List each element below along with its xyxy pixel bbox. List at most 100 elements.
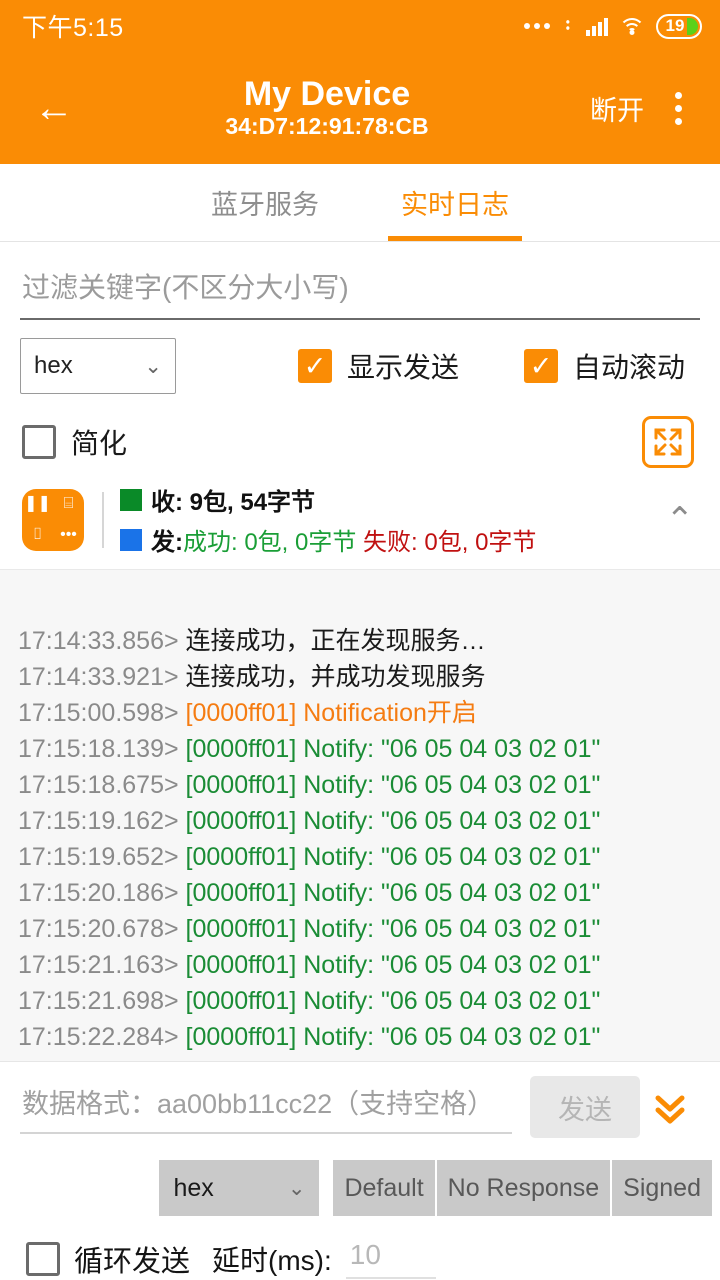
- trash-icon: ⌷: [33, 527, 43, 543]
- page-title: My Device: [244, 75, 410, 113]
- pause-icon: ❚❚: [24, 496, 51, 512]
- log-timestamp: 17:14:33.856>: [18, 627, 179, 655]
- status-bar-icons: ᛬ 19: [524, 14, 702, 39]
- signal-icon: [586, 16, 608, 36]
- simplify-options-row: 简化: [0, 394, 720, 468]
- send-data-input[interactable]: [20, 1081, 512, 1134]
- log-message: [0000ff01] Notify: "06 05 04 03 02 01": [186, 771, 601, 799]
- log-line: 17:15:19.652> [0000ff01] Notify: "06 05 …: [18, 839, 702, 875]
- battery-level: 19: [666, 16, 685, 36]
- segment-no-response[interactable]: No Response: [437, 1160, 612, 1216]
- log-line: 17:15:18.139> [0000ff01] Notify: "06 05 …: [18, 731, 702, 767]
- write-options-row: hex ⌄ Default No Response Signed: [0, 1146, 720, 1216]
- log-timestamp: 17:14:33.921>: [18, 663, 179, 691]
- log-line: 17:15:21.698> [0000ff01] Notify: "06 05 …: [18, 983, 702, 1019]
- log-timestamp: 17:15:19.162>: [18, 807, 179, 835]
- loop-send-row: 循环发送 延时(ms):: [0, 1216, 720, 1280]
- log-line: 17:14:33.856> 连接成功，正在发现服务…: [18, 623, 702, 659]
- bluetooth-icon: ᛬: [561, 14, 575, 38]
- log-timestamp: 17:15:20.678>: [18, 915, 179, 943]
- tx-fail-text: 失败: 0包, 0字节: [363, 522, 536, 557]
- show-send-checkbox[interactable]: 显示发送: [298, 346, 459, 386]
- log-timestamp: 17:15:18.139>: [18, 735, 179, 763]
- log-line: 17:15:22.284> [0000ff01] Notify: "06 05 …: [18, 1019, 702, 1055]
- delay-input[interactable]: [346, 1239, 436, 1279]
- tab-bar: 蓝牙服务 实时日志: [0, 164, 720, 242]
- log-line: 17:15:18.675> [0000ff01] Notify: "06 05 …: [18, 767, 702, 803]
- more-dots-icon: [524, 23, 550, 29]
- log-output-area[interactable]: 17:14:33.856> 连接成功，正在发现服务… 17:14:33.921>…: [0, 569, 720, 1061]
- log-line: 17:15:20.186> [0000ff01] Notify: "06 05 …: [18, 875, 702, 911]
- log-message: 连接成功，并成功发现服务: [186, 663, 486, 691]
- device-mac-address: 34:D7:12:91:78:CB: [225, 113, 428, 141]
- disconnect-button[interactable]: 断开: [576, 89, 658, 128]
- log-message: [0000ff01] Notify: "06 05 04 03 02 01": [186, 915, 601, 943]
- log-tools-button[interactable]: ❚❚ ⌸ ⌷ •••: [22, 489, 84, 551]
- log-line: 17:15:21.163> [0000ff01] Notify: "06 05 …: [18, 947, 702, 983]
- write-format-value: hex: [173, 1174, 213, 1203]
- app-screen: 下午5:15 ᛬ 19 ← My Device 34:D7:12:91:78:C…: [0, 0, 720, 1280]
- log-message: [0000ff01] Notify: "06 05 04 03 02 01": [186, 1023, 601, 1051]
- log-timestamp: 17:15:21.698>: [18, 987, 179, 1015]
- tx-color-marker: [120, 529, 142, 551]
- chevron-up-icon[interactable]: ⌃: [654, 500, 695, 540]
- log-message: [0000ff01] Notify: "06 05 04 03 02 01": [186, 843, 601, 871]
- app-bar-title-group: My Device 34:D7:12:91:78:CB: [78, 75, 576, 141]
- rx-stats-text: 收: 9包, 54字节: [151, 482, 315, 517]
- segment-signed[interactable]: Signed: [612, 1160, 712, 1216]
- filter-input[interactable]: [20, 268, 700, 320]
- auto-scroll-label: 自动滚动: [573, 346, 685, 386]
- log-timestamp: 17:15:20.186>: [18, 879, 179, 907]
- log-timestamp: 17:15:22.284>: [18, 1023, 179, 1051]
- log-message: 连接成功，正在发现服务…: [186, 627, 486, 655]
- rx-color-marker: [120, 489, 142, 511]
- simplify-label: 简化: [71, 422, 127, 462]
- status-bar: 下午5:15 ᛬ 19: [0, 0, 720, 52]
- loop-send-checkbox[interactable]: [26, 1242, 60, 1276]
- log-message: [0000ff01] Notify: "06 05 04 03 02 01": [186, 987, 601, 1015]
- kebab-menu-icon[interactable]: [658, 92, 698, 125]
- display-options-row: hex ⌄ 显示发送 自动滚动: [0, 320, 720, 394]
- tx-stats-line: 发: 成功: 0包, 0字节 失败: 0包, 0字节: [120, 522, 654, 557]
- double-chevron-down-icon[interactable]: [640, 1085, 700, 1129]
- write-format-select[interactable]: hex ⌄: [159, 1160, 319, 1216]
- tab-bluetooth-services[interactable]: 蓝牙服务: [170, 164, 360, 241]
- show-send-label: 显示发送: [347, 346, 459, 386]
- write-type-segmented-control: Default No Response Signed: [333, 1160, 712, 1216]
- filter-section: [0, 242, 720, 320]
- log-message: [0000ff01] Notify: "06 05 04 03 02 01": [186, 807, 601, 835]
- send-button[interactable]: 发送: [530, 1076, 640, 1138]
- log-message: [0000ff01] Notify: "06 05 04 03 02 01": [186, 951, 601, 979]
- battery-icon: 19: [656, 14, 702, 39]
- fullscreen-expand-icon[interactable]: [642, 416, 694, 468]
- segment-default[interactable]: Default: [333, 1160, 436, 1216]
- app-bar: ← My Device 34:D7:12:91:78:CB 断开: [0, 52, 720, 164]
- broom-icon: ⌸: [64, 496, 74, 512]
- log-timestamp: 17:15:18.675>: [18, 771, 179, 799]
- chevron-down-icon: ⌄: [144, 354, 162, 379]
- log-format-select[interactable]: hex ⌄: [20, 338, 176, 394]
- chevron-down-icon: ⌄: [288, 1176, 306, 1201]
- simplify-checkbox[interactable]: 简化: [22, 422, 127, 462]
- checkbox-box: [298, 349, 332, 383]
- status-bar-time: 下午5:15: [22, 8, 124, 44]
- loop-send-label: 循环发送: [74, 1238, 190, 1280]
- tx-prefix-label: 发:: [151, 522, 183, 557]
- checkbox-box: [524, 349, 558, 383]
- log-line: 17:15:00.598> [0000ff01] Notification开启: [18, 695, 702, 731]
- log-message: [0000ff01] Notify: "06 05 04 03 02 01": [186, 879, 601, 907]
- log-timestamp: 17:15:19.652>: [18, 843, 179, 871]
- log-format-value: hex: [34, 352, 73, 380]
- log-line: 17:15:20.678> [0000ff01] Notify: "06 05 …: [18, 911, 702, 947]
- log-line: 17:14:33.921> 连接成功，并成功发现服务: [18, 659, 702, 695]
- wifi-icon: [619, 16, 645, 36]
- tab-realtime-log[interactable]: 实时日志: [360, 164, 550, 241]
- checkbox-box: [22, 425, 56, 459]
- stats-text-group: 收: 9包, 54字节 发: 成功: 0包, 0字节 失败: 0包, 0字节: [120, 482, 654, 557]
- send-data-row: 发送: [0, 1061, 720, 1146]
- tx-success-text: 成功: 0包, 0字节: [183, 522, 356, 557]
- log-line: 17:15:19.162> [0000ff01] Notify: "06 05 …: [18, 803, 702, 839]
- log-message: [0000ff01] Notify: "06 05 04 03 02 01": [186, 735, 601, 763]
- auto-scroll-checkbox[interactable]: 自动滚动: [524, 346, 685, 386]
- log-message: [0000ff01] Notification开启: [186, 699, 477, 727]
